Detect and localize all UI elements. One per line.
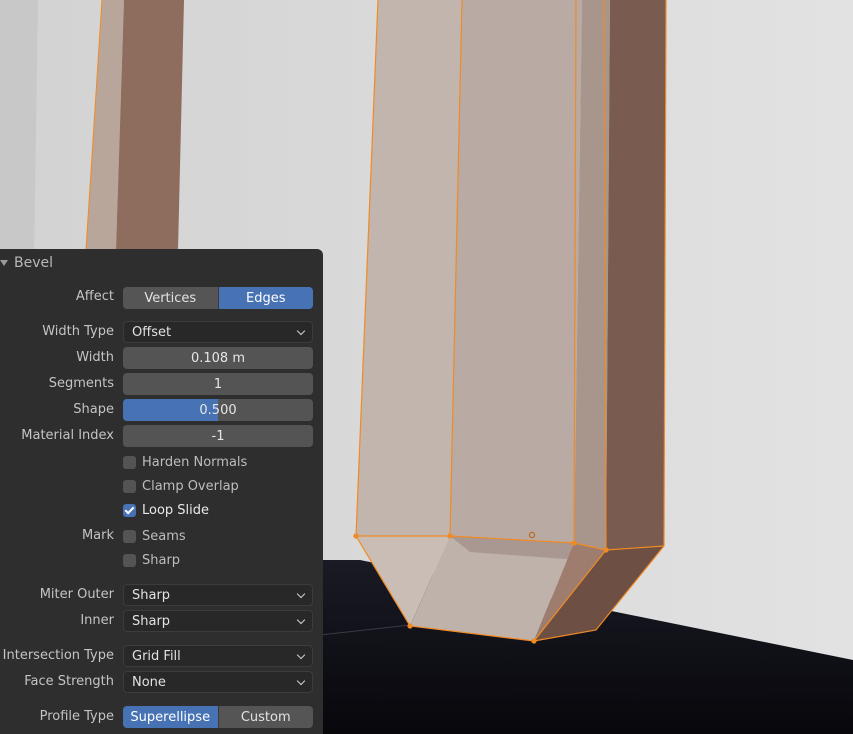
segments-value: 1 [213,376,223,392]
miter-inner-label: Inner [80,613,114,628]
chevron-down-icon [296,589,306,599]
checkbox-icon [123,479,136,493]
face-strength-value: None [132,674,166,690]
material-index-value: -1 [211,428,225,444]
profile-custom-button[interactable]: Custom [218,706,313,728]
loop-slide-label: Loop Slide [142,502,210,518]
affect-edges-button[interactable]: Edges [218,287,313,309]
mark-label: Mark [81,528,114,543]
checkbox-icon [123,529,136,543]
profile-type-toggle: Superellipse Custom [123,706,313,728]
material-index-label: Material Index [21,428,114,443]
intersection-type-value: Grid Fill [132,648,181,664]
bevel-operator-panel: Bevel Affect Vertices Edges Width Type O… [0,249,323,734]
checkmark-icon [123,503,136,517]
miter-outer-dropdown[interactable]: Sharp [123,584,313,606]
miter-inner-value: Sharp [132,613,171,629]
panel-title: Bevel [14,255,54,271]
profile-superellipse-button[interactable]: Superellipse [123,706,219,728]
mark-seams-label: Seams [142,528,186,544]
face-strength-label: Face Strength [24,674,114,689]
bar-front-face [450,0,582,543]
chevron-down-icon [296,326,306,336]
clamp-overlap-checkbox[interactable]: Clamp Overlap [123,476,239,496]
checkbox-icon [123,455,136,469]
intersection-type-label: Intersection Type [2,648,114,663]
chevron-down-icon [296,676,306,686]
mark-sharp-checkbox[interactable]: Sharp [123,550,180,570]
width-label: Width [76,350,114,365]
shape-label: Shape [73,402,114,417]
bar-side-face [606,0,666,550]
miter-inner-dropdown[interactable]: Sharp [123,610,313,632]
material-index-field[interactable]: -1 [123,425,313,447]
chevron-down-icon [296,650,306,660]
affect-vertices-button[interactable]: Vertices [123,287,219,309]
mark-sharp-label: Sharp [142,552,181,568]
affect-label: Affect [75,289,114,304]
segments-label: Segments [48,376,114,391]
backdrop-left-pillar [0,0,38,270]
profile-type-label: Profile Type [39,709,114,724]
harden-normals-label: Harden Normals [142,454,248,470]
checkbox-icon [123,553,136,567]
harden-normals-checkbox[interactable]: Harden Normals [123,452,247,472]
panel-header[interactable]: Bevel [0,255,53,271]
bg-bar-side [116,0,184,250]
shape-slider[interactable]: 0.500 [123,399,313,421]
segments-field[interactable]: 1 [123,373,313,395]
clamp-overlap-label: Clamp Overlap [142,478,239,494]
mark-seams-checkbox[interactable]: Seams [123,526,186,546]
chevron-down-icon [296,615,306,625]
miter-outer-label: Miter Outer [39,587,114,602]
miter-outer-value: Sharp [132,587,171,603]
loop-slide-checkbox[interactable]: Loop Slide [123,500,209,520]
width-type-value: Offset [132,324,172,340]
shape-value: 0.500 [199,402,237,418]
affect-toggle: Vertices Edges [123,287,313,309]
intersection-type-dropdown[interactable]: Grid Fill [123,645,313,667]
width-type-dropdown[interactable]: Offset [123,321,313,343]
width-type-label: Width Type [42,324,114,339]
width-field[interactable]: 0.108 m [123,347,313,369]
face-strength-dropdown[interactable]: None [123,671,313,693]
width-value: 0.108 m [190,350,245,366]
collapse-triangle-icon[interactable] [0,260,8,266]
